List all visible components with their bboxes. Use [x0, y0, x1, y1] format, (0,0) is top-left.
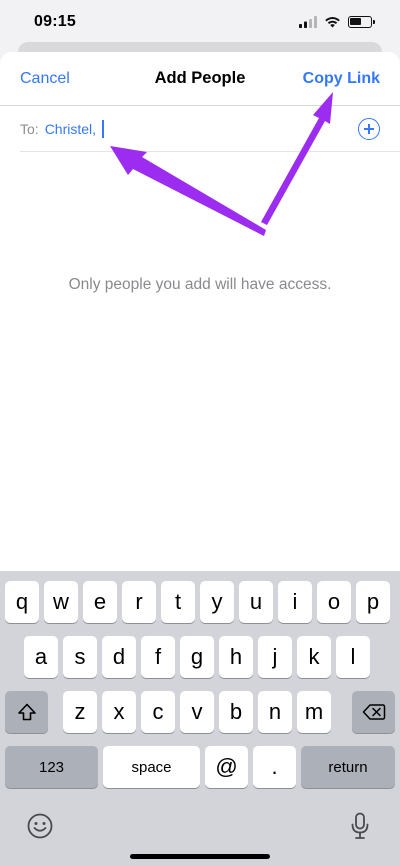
empty-state-text: Only people you add will have access.	[68, 276, 332, 293]
shift-key[interactable]	[5, 691, 48, 733]
numbers-key[interactable]: 123	[5, 746, 98, 788]
key-c[interactable]: c	[141, 691, 175, 733]
key-s[interactable]: s	[63, 636, 97, 678]
text-cursor	[102, 119, 105, 138]
backspace-icon	[362, 704, 385, 720]
space-key[interactable]: space	[103, 746, 200, 788]
cancel-button[interactable]: Cancel	[20, 70, 70, 88]
key-z[interactable]: z	[63, 691, 97, 733]
key-m[interactable]: m	[297, 691, 331, 733]
signal-icon	[299, 16, 317, 28]
status-time: 09:15	[34, 13, 76, 30]
key-l[interactable]: l	[336, 636, 370, 678]
key-f[interactable]: f	[141, 636, 175, 678]
key-h[interactable]: h	[219, 636, 253, 678]
shift-icon	[17, 703, 36, 721]
key-u[interactable]: u	[239, 581, 273, 623]
key-i[interactable]: i	[278, 581, 312, 623]
key-e[interactable]: e	[83, 581, 117, 623]
recipient-chip[interactable]: Christel,	[45, 121, 96, 137]
key-o[interactable]: o	[317, 581, 351, 623]
key-a[interactable]: a	[24, 636, 58, 678]
key-r[interactable]: r	[122, 581, 156, 623]
key-x[interactable]: x	[102, 691, 136, 733]
key-p[interactable]: p	[356, 581, 390, 623]
key-q[interactable]: q	[5, 581, 39, 623]
key-d[interactable]: d	[102, 636, 136, 678]
emoji-icon[interactable]	[27, 813, 53, 839]
add-contact-icon[interactable]	[358, 118, 380, 140]
to-label: To:	[20, 120, 39, 137]
keyboard: q w e r t y u i o p a s d f g h j k l z …	[0, 571, 400, 866]
wifi-icon	[325, 17, 340, 28]
page-title: Add People	[154, 69, 246, 87]
dot-key[interactable]: .	[253, 746, 296, 788]
key-g[interactable]: g	[180, 636, 214, 678]
copy-link-button[interactable]: Copy Link	[303, 70, 380, 88]
return-key[interactable]: return	[301, 746, 395, 788]
at-key[interactable]: @	[205, 746, 248, 788]
key-t[interactable]: t	[161, 581, 195, 623]
microphone-icon[interactable]	[350, 812, 370, 840]
recipient-field[interactable]: To: Christel,	[20, 106, 400, 152]
nav-bar: Cancel Add People Copy Link	[0, 52, 400, 106]
key-y[interactable]: y	[200, 581, 234, 623]
status-bar: 09:15	[0, 0, 400, 44]
key-j[interactable]: j	[258, 636, 292, 678]
home-indicator	[130, 854, 270, 859]
battery-icon	[348, 16, 375, 28]
backspace-key[interactable]	[352, 691, 395, 733]
key-v[interactable]: v	[180, 691, 214, 733]
key-w[interactable]: w	[44, 581, 78, 623]
key-k[interactable]: k	[297, 636, 331, 678]
key-b[interactable]: b	[219, 691, 253, 733]
status-icons	[299, 16, 375, 28]
key-n[interactable]: n	[258, 691, 292, 733]
